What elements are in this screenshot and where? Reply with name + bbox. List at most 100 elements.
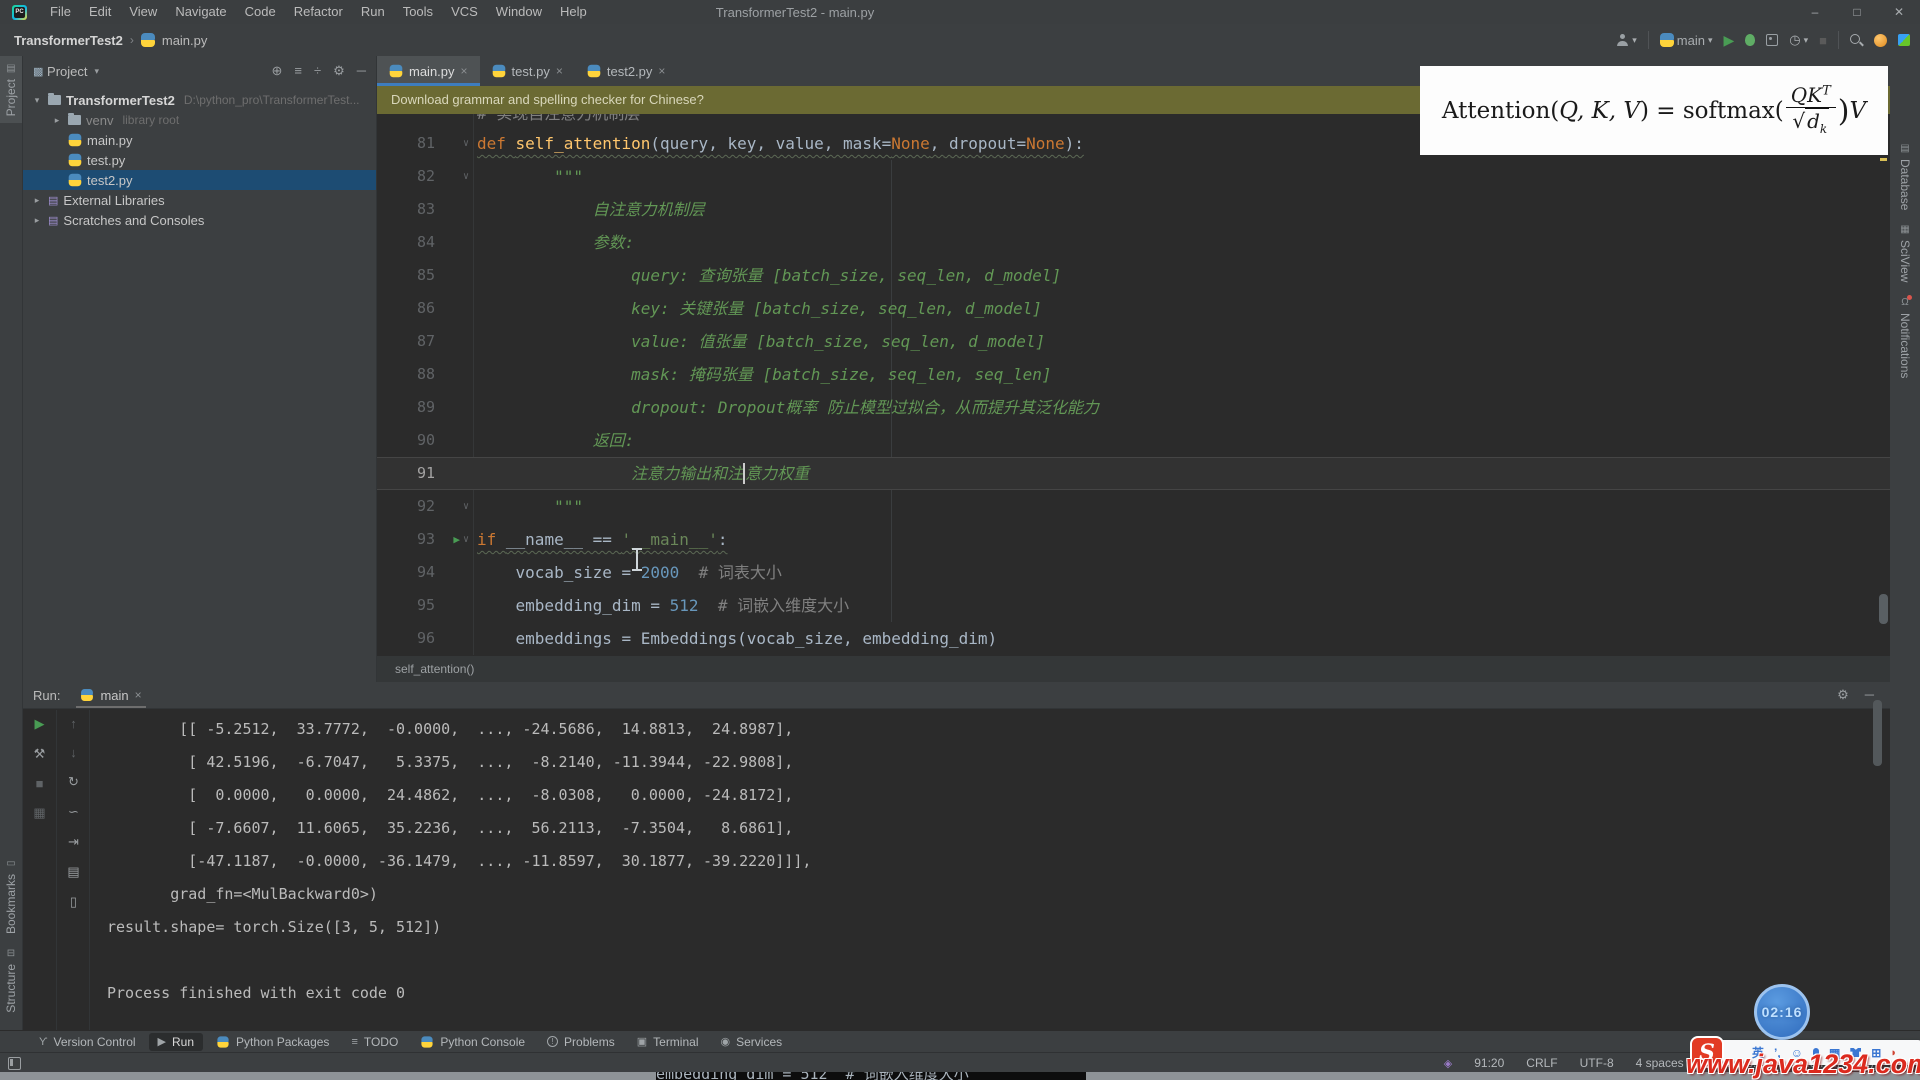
maximize-button[interactable]: □ <box>1836 0 1878 24</box>
menu-code[interactable]: Code <box>236 0 285 24</box>
chevron-icon[interactable]: ▸ <box>31 215 43 226</box>
run-button[interactable]: ▶ <box>1723 32 1734 49</box>
close-icon[interactable]: × <box>556 64 563 78</box>
rerun-failed-button[interactable]: ↻ <box>68 774 79 790</box>
stop-button[interactable]: ■ <box>36 776 44 791</box>
status-encoding[interactable]: UTF-8 <box>1580 1056 1614 1070</box>
profiler-button[interactable]: ◷▾ <box>1789 32 1808 48</box>
menu-refactor[interactable]: Refactor <box>285 0 352 24</box>
breadcrumb-project[interactable]: TransformerTest2 <box>14 33 123 48</box>
menu-help[interactable]: Help <box>551 0 596 24</box>
menu-tools[interactable]: Tools <box>394 0 442 24</box>
run-console-output[interactable]: [[ -5.2512, 33.7772, -0.0000, ..., -24.5… <box>93 710 1860 1030</box>
tree-item-scratches-and-consoles[interactable]: ▸▤Scratches and Consoles <box>23 210 376 230</box>
toolwindow-problems[interactable]: !Problems <box>538 1033 624 1051</box>
close-icon[interactable]: × <box>461 64 468 78</box>
settings-icon[interactable]: ⚙ <box>333 63 345 79</box>
chevron-down-icon[interactable]: ▾ <box>95 66 100 77</box>
code-line-94[interactable]: 94 vocab_size = 2000 # 词表大小 <box>377 556 1890 589</box>
code-line-92[interactable]: 92∨ """ <box>377 490 1890 523</box>
stripe-tab-structure[interactable]: ⊟Structure <box>0 941 22 1020</box>
code-line-96[interactable]: 96 embeddings = Embeddings(vocab_size, e… <box>377 622 1890 655</box>
code-line-86[interactable]: 86 key: 关键张量 [batch_size, seq_len, d_mod… <box>377 292 1890 325</box>
hide-icon[interactable]: ─ <box>357 63 366 79</box>
toolwindow-services[interactable]: ◉Services <box>712 1033 792 1051</box>
code-line-85[interactable]: 85 query: 查询张量 [batch_size, seq_len, d_m… <box>377 259 1890 292</box>
toolwindow-todo[interactable]: ≡TODO <box>342 1033 407 1051</box>
menu-vcs[interactable]: VCS <box>442 0 487 24</box>
code-line-93[interactable]: 93▶∨if __name__ == '__main__': <box>377 523 1890 556</box>
toolwindow-run[interactable]: ▶Run <box>149 1033 203 1051</box>
fold-icon[interactable]: ∨ <box>463 490 469 523</box>
menu-window[interactable]: Window <box>487 0 551 24</box>
stripe-tab-bookmarks[interactable]: ▭Bookmarks <box>0 851 22 941</box>
code-line-87[interactable]: 87 value: 值张量 [batch_size, seq_len, d_mo… <box>377 325 1890 358</box>
status-widget-icon[interactable]: ◈ <box>1444 1057 1452 1070</box>
close-button[interactable]: ✕ <box>1878 0 1920 24</box>
update-button[interactable] <box>1874 34 1887 47</box>
menu-run[interactable]: Run <box>352 0 394 24</box>
minimize-button[interactable]: – <box>1794 0 1836 24</box>
settings-icon[interactable]: ⚙ <box>1837 687 1849 703</box>
code-area[interactable]: # 实现自注意力机制层 81∨def self_attention(query,… <box>377 114 1890 656</box>
hide-icon[interactable]: ─ <box>1865 687 1874 703</box>
menu-navigate[interactable]: Navigate <box>166 0 235 24</box>
close-icon[interactable]: × <box>658 64 665 78</box>
menu-view[interactable]: View <box>120 0 166 24</box>
code-line-83[interactable]: 83 自注意力机制层 <box>377 193 1890 226</box>
tree-item-external-libraries[interactable]: ▸▤External Libraries <box>23 190 376 210</box>
restore-layout-button[interactable]: ▦ <box>33 805 45 821</box>
down-stacktrace-button[interactable]: ↓ <box>70 745 77 760</box>
editor-breadcrumb[interactable]: self_attention() <box>395 662 474 676</box>
run-config-selector[interactable]: main ▾ <box>1660 33 1713 48</box>
toolwindow-python-packages[interactable]: Python Packages <box>207 1033 338 1051</box>
code-line-95[interactable]: 95 embedding_dim = 512 # 词嵌入维度大小 <box>377 589 1890 622</box>
up-stacktrace-button[interactable]: ↑ <box>70 716 77 731</box>
hide-tool-windows-icon[interactable] <box>8 1057 21 1070</box>
status-line-ending[interactable]: CRLF <box>1526 1056 1557 1070</box>
menu-edit[interactable]: Edit <box>80 0 120 24</box>
tab-main-py[interactable]: main.py× <box>377 56 480 86</box>
menu-file[interactable]: File <box>41 0 80 24</box>
chevron-icon[interactable]: ▾ <box>31 95 43 106</box>
rerun-button[interactable]: ▶ <box>35 716 45 732</box>
fold-icon[interactable]: ∨ <box>463 523 469 556</box>
code-line-84[interactable]: 84 参数: <box>377 226 1890 259</box>
stop-button[interactable]: ■ <box>1819 33 1827 48</box>
stripe-tab-notifications[interactable]: ΩNotifications <box>1890 290 1920 385</box>
scroll-to-end-button[interactable]: ⇥ <box>68 834 79 850</box>
collapse-all-icon[interactable]: ÷ <box>314 63 321 79</box>
status-indent-style[interactable]: 4 spaces <box>1636 1056 1684 1070</box>
stripe-tab-project[interactable]: ▤Project <box>0 56 22 123</box>
soft-wrap-button[interactable]: ∽ <box>68 804 79 820</box>
fold-icon[interactable]: ∨ <box>463 160 469 193</box>
code-line-90[interactable]: 90 返回: <box>377 424 1890 457</box>
project-panel-title[interactable]: Project <box>47 64 87 79</box>
tree-item-test-py[interactable]: test.py <box>23 150 376 170</box>
tab-test-py[interactable]: test.py× <box>480 56 575 86</box>
tree-item-venv[interactable]: ▸venvlibrary root <box>23 110 376 130</box>
modify-run-config-button[interactable]: ⚒ <box>34 746 46 762</box>
status-caret-position[interactable]: 91:20 <box>1474 1056 1504 1070</box>
tab-test2-py[interactable]: test2.py× <box>575 56 678 86</box>
warning-stripe-mark[interactable] <box>1880 158 1887 161</box>
chevron-icon[interactable]: ▸ <box>31 195 43 206</box>
tree-item-main-py[interactable]: main.py <box>23 130 376 150</box>
chevron-icon[interactable]: ▸ <box>51 115 63 126</box>
tree-item-transformertest2[interactable]: ▾TransformerTest2D:\python_pro\Transform… <box>23 90 376 110</box>
tree-item-test2-py[interactable]: test2.py <box>23 170 376 190</box>
fold-icon[interactable]: ∨ <box>463 127 469 160</box>
toolwindow-version-control[interactable]: ϒVersion Control <box>30 1033 145 1051</box>
code-line-82[interactable]: 82∨ """ <box>377 160 1890 193</box>
coverage-button[interactable] <box>1766 34 1778 46</box>
locate-icon[interactable]: ⊕ <box>271 63 282 79</box>
stripe-tab-sciview[interactable]: ▦SciView <box>1890 217 1920 289</box>
code-line-89[interactable]: 89 dropout: Dropout概率 防止模型过拟合，从而提升其泛化能力 <box>377 391 1890 424</box>
print-button[interactable]: ▤ <box>67 864 79 880</box>
editor-scrollbar[interactable] <box>1879 594 1888 624</box>
close-icon[interactable]: × <box>135 688 142 702</box>
code-line-91[interactable]: 91 注意力输出和注意力权重 <box>377 457 1890 490</box>
search-everywhere-button[interactable] <box>1850 34 1863 47</box>
run-tab-main[interactable]: main × <box>76 682 145 708</box>
ide-features-button[interactable] <box>1898 34 1910 46</box>
